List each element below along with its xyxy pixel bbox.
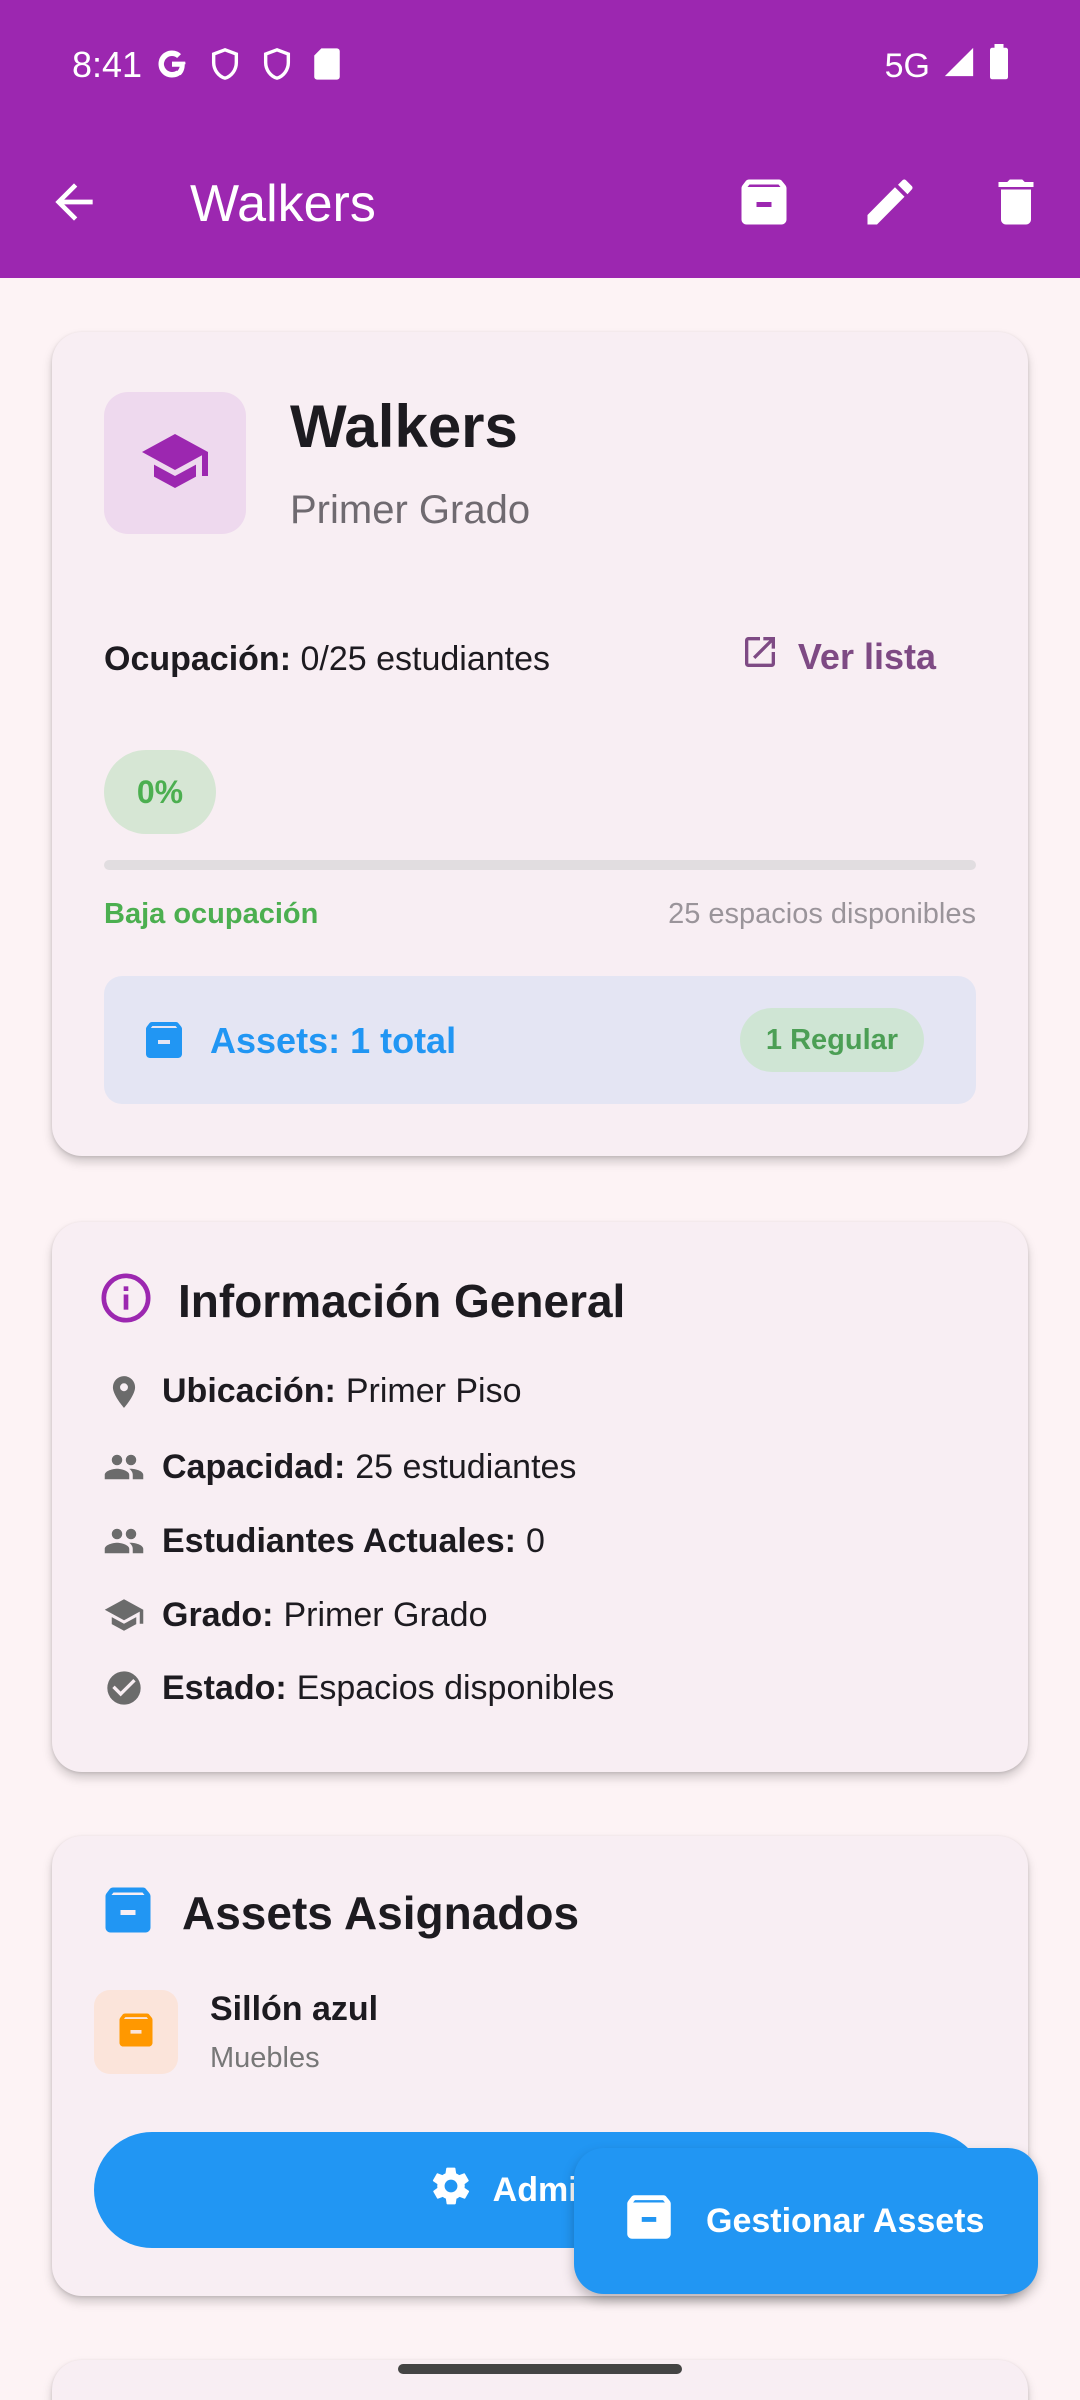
info-row-current-students: Estudiantes Actuales: 0 [92,1520,545,1562]
open-external-icon [740,632,780,681]
classroom-grade: Primer Grado [290,488,531,532]
fab-label: Gestionar Assets [706,2201,985,2240]
asset-thumbnail [94,1990,178,2074]
shield-icon [260,47,294,86]
archive-icon [620,2188,678,2255]
occupancy-text: Ocupación: 0/25 estudiantes [104,640,550,679]
occupancy-percent-badge: 0% [104,750,216,834]
assets-section-title: Assets Asignados [182,1886,580,1939]
info-icon [98,1270,154,1331]
assets-condition-badge: 1 Regular [740,1008,924,1072]
available-spaces: 25 espacios disponibles [668,898,976,930]
home-indicator[interactable] [398,2364,682,2374]
manage-assets-fab[interactable]: Gestionar Assets [574,2148,1038,2294]
assets-summary[interactable]: Assets: 1 total 1 Regular [104,976,976,1104]
battery-icon [988,44,1010,89]
app-bar: Walkers [0,130,1080,278]
classroom-avatar [104,392,246,534]
info-section-title: Información General [178,1274,626,1327]
network-type: 5G [884,47,930,85]
archive-icon [98,1880,158,1945]
shield-icon [208,47,242,86]
classroom-summary-card: Walkers Primer Grado Ocupación: 0/25 est… [52,332,1028,1156]
back-arrow-icon[interactable] [46,174,102,230]
people-icon [92,1520,156,1562]
sd-card-icon [312,47,342,86]
status-time: 8:41 [72,44,143,85]
archive-icon[interactable] [734,172,794,232]
assets-total-label: Assets: 1 total [210,1020,457,1061]
gear-icon [429,2164,473,2217]
occupancy-value: 0/25 estudiantes [300,640,551,678]
graduation-cap-icon [92,1594,156,1636]
asset-name: Sillón azul [210,1990,379,2028]
info-row-capacity: Capacidad: 25 estudiantes [92,1446,576,1488]
google-icon [154,46,190,87]
list-item[interactable]: Sillón azul Muebles [94,1990,378,2074]
view-list-button[interactable]: Ver lista [740,632,936,681]
location-pin-icon [92,1373,156,1411]
status-bar: 8:41 5G [0,0,1080,130]
info-row-grade: Grado: Primer Grado [92,1594,488,1636]
view-list-label: Ver lista [797,635,936,677]
occupancy-progress-bar [104,860,976,870]
general-info-card: Información General Ubicación: Primer Pi… [52,1222,1028,1772]
page-title: Walkers [190,175,376,233]
archive-icon [140,1016,188,1069]
check-circle-icon [92,1668,156,1708]
info-row-location: Ubicación: Primer Piso [92,1372,522,1411]
signal-icon [942,45,976,88]
edit-icon[interactable] [860,172,920,232]
archive-icon [114,2008,158,2057]
occupancy-label: Ocupación: [104,640,292,678]
classroom-name: Walkers [290,393,518,460]
info-row-status: Estado: Espacios disponibles [92,1668,614,1708]
delete-icon[interactable] [986,172,1046,232]
graduation-cap-icon [139,425,211,502]
people-icon [92,1446,156,1488]
asset-category: Muebles [210,2042,320,2074]
occupancy-level-label: Baja ocupación [104,898,319,930]
